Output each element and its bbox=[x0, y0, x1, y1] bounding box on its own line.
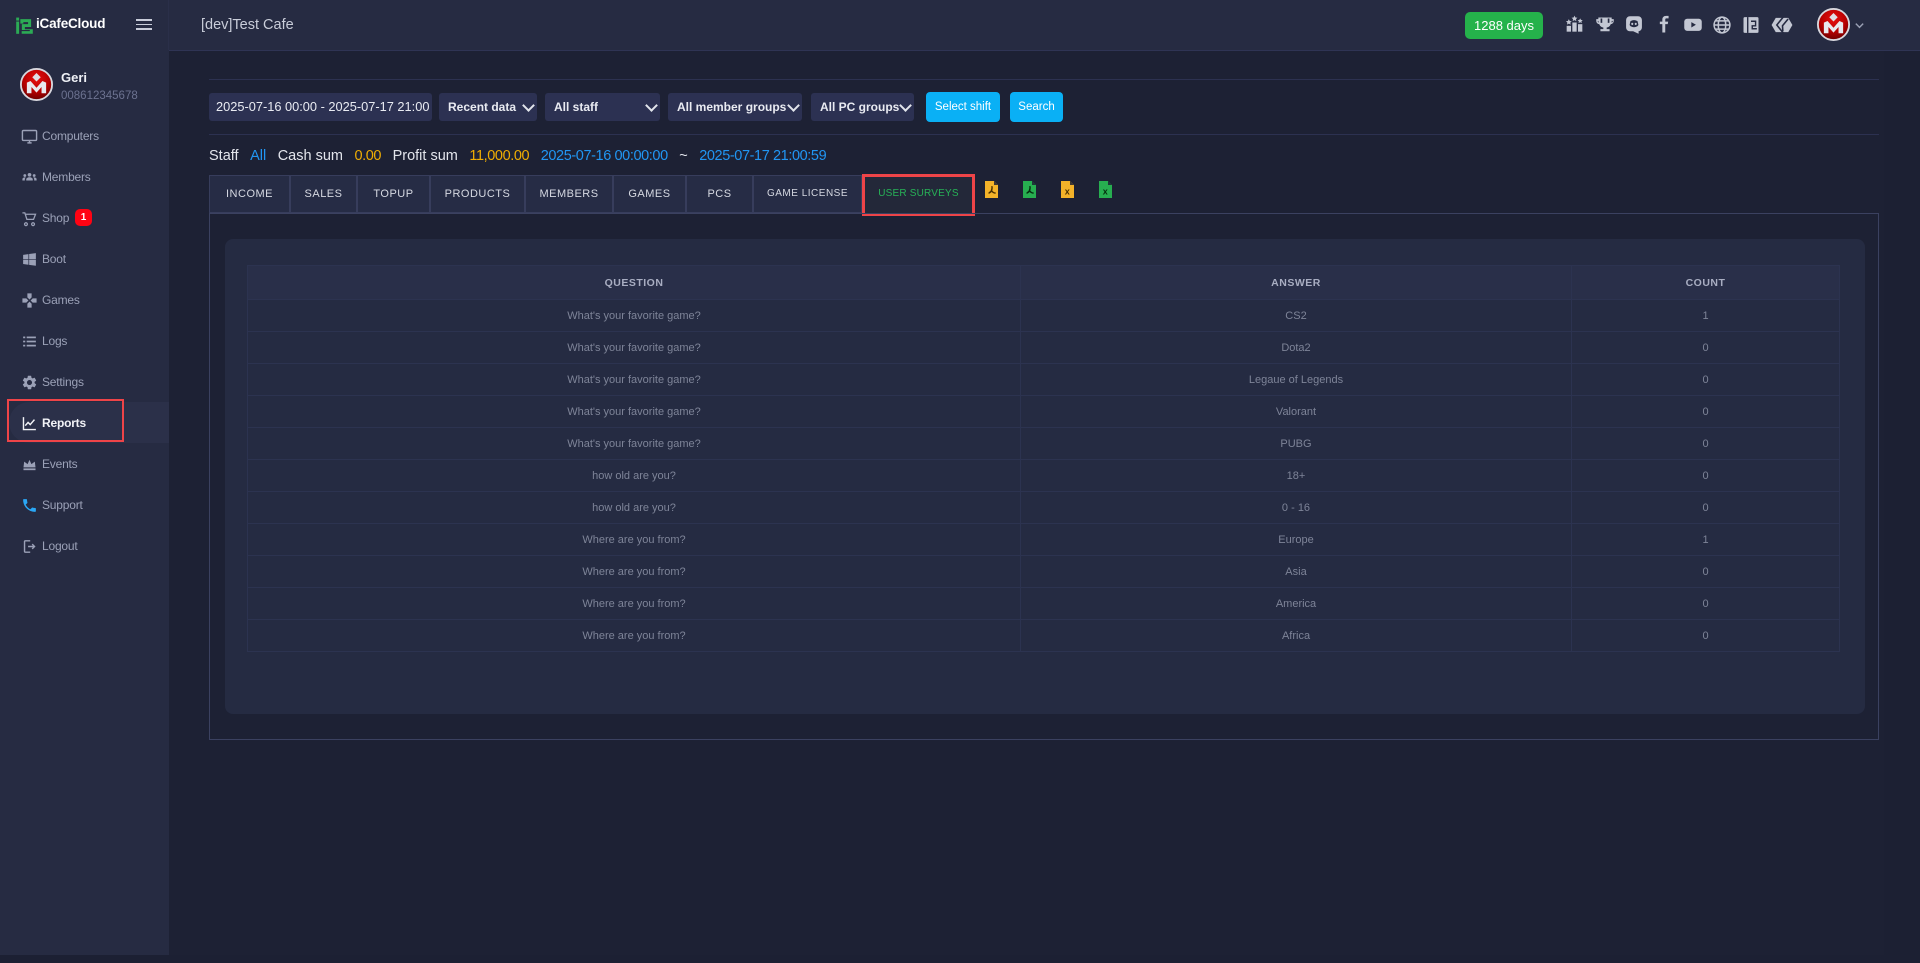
svg-text:x: x bbox=[1103, 187, 1108, 197]
svg-text:x: x bbox=[1065, 187, 1070, 197]
